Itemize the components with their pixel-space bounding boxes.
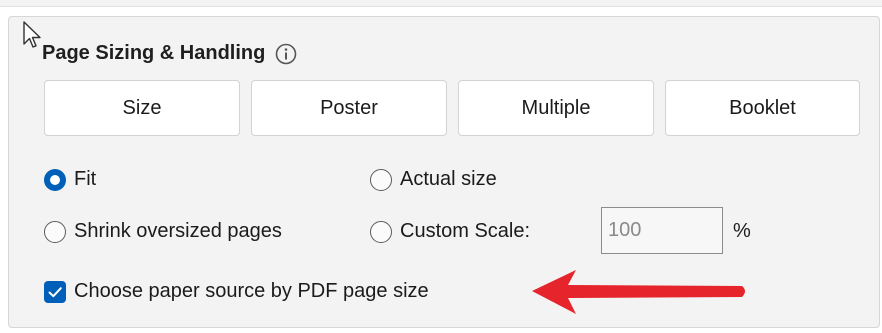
top-divider	[0, 0, 882, 7]
actual-size-radio[interactable]	[370, 168, 392, 191]
red-arrow-annotation	[532, 270, 745, 314]
actual-size-label: Actual size	[400, 168, 497, 190]
shrink-oversized-label: Shrink oversized pages	[74, 220, 282, 242]
tab-size[interactable]: Size	[44, 80, 240, 136]
custom-scale-label: Custom Scale:	[400, 220, 531, 242]
custom-scale-option[interactable]: Custom Scale:	[370, 220, 530, 243]
paper-source-checkbox[interactable]	[44, 280, 66, 303]
tab-multiple[interactable]: Multiple	[458, 80, 654, 136]
tab-booklet[interactable]: Booklet	[665, 80, 860, 136]
mouse-cursor-icon	[23, 21, 41, 48]
tab-booklet-label: Booklet	[729, 96, 796, 119]
fit-radio[interactable]	[44, 168, 66, 191]
percent-label: %	[733, 220, 751, 242]
checkmark-icon	[48, 286, 62, 297]
custom-scale-input[interactable]	[601, 207, 723, 254]
tab-poster-label: Poster	[320, 96, 378, 119]
paper-source-option[interactable]: Choose paper source by PDF page size	[44, 280, 429, 303]
print-dialog-section: Page Sizing & Handling Size Poster Multi…	[0, 0, 882, 333]
tab-poster[interactable]: Poster	[251, 80, 447, 136]
info-icon[interactable]	[275, 43, 297, 65]
actual-size-option[interactable]: Actual size	[370, 168, 497, 191]
custom-scale-radio[interactable]	[370, 220, 392, 243]
fit-label: Fit	[74, 168, 97, 190]
section-title: Page Sizing & Handling	[42, 42, 266, 64]
tab-multiple-label: Multiple	[521, 96, 591, 119]
section-heading: Page Sizing & Handling	[42, 42, 297, 65]
tab-size-label: Size	[122, 96, 162, 119]
shrink-oversized-option[interactable]: Shrink oversized pages	[44, 220, 282, 243]
paper-source-label: Choose paper source by PDF page size	[74, 280, 429, 302]
shrink-oversized-radio[interactable]	[44, 220, 66, 243]
fit-option[interactable]: Fit	[44, 168, 96, 191]
